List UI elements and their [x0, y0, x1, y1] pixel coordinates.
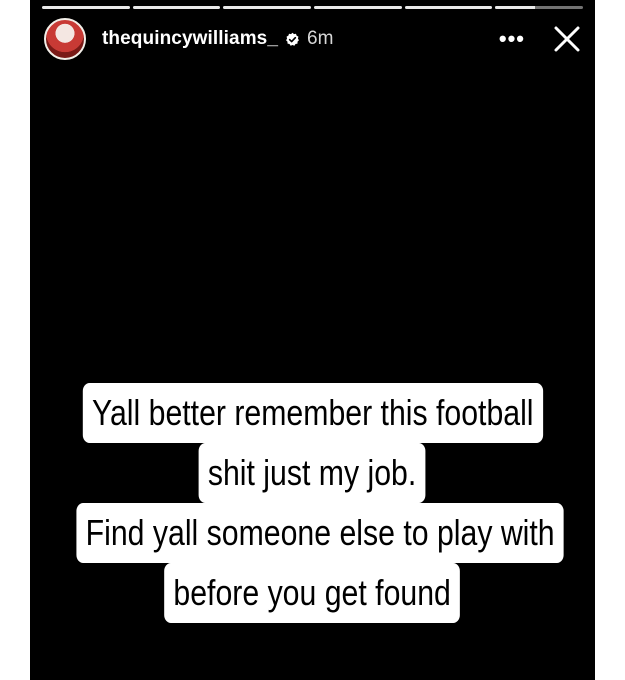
progress-segment — [132, 6, 221, 9]
story-header: thequincywilliams_ 6m ••• — [44, 17, 581, 61]
progress-segment — [314, 6, 402, 9]
caption-line: before you get found — [30, 563, 595, 623]
progress-segment — [223, 6, 312, 9]
story-viewer[interactable]: thequincywilliams_ 6m ••• Yall better re… — [30, 0, 595, 680]
post-time: 6m — [307, 28, 334, 49]
progress-segment — [404, 6, 493, 9]
caption-line: shit just my job. — [30, 443, 595, 503]
caption-line: Yall better remember this football — [30, 383, 595, 443]
verified-badge-icon — [286, 32, 299, 46]
caption-text: Find yall someone else to play with — [76, 503, 564, 563]
more-options-button[interactable]: ••• — [499, 28, 525, 50]
caption-text: shit just my job. — [199, 443, 426, 503]
close-icon[interactable] — [553, 25, 581, 53]
caption-text: Yall better remember this football — [82, 383, 543, 443]
story-caption: Yall better remember this football shit … — [30, 383, 595, 623]
caption-line: Find yall someone else to play with — [30, 503, 595, 563]
progress-segment — [495, 6, 584, 9]
username[interactable]: thequincywilliams_ — [102, 28, 278, 50]
story-progress-bar — [42, 6, 584, 9]
caption-text: before you get found — [164, 563, 461, 623]
progress-segment — [42, 6, 130, 9]
avatar[interactable] — [44, 18, 86, 60]
